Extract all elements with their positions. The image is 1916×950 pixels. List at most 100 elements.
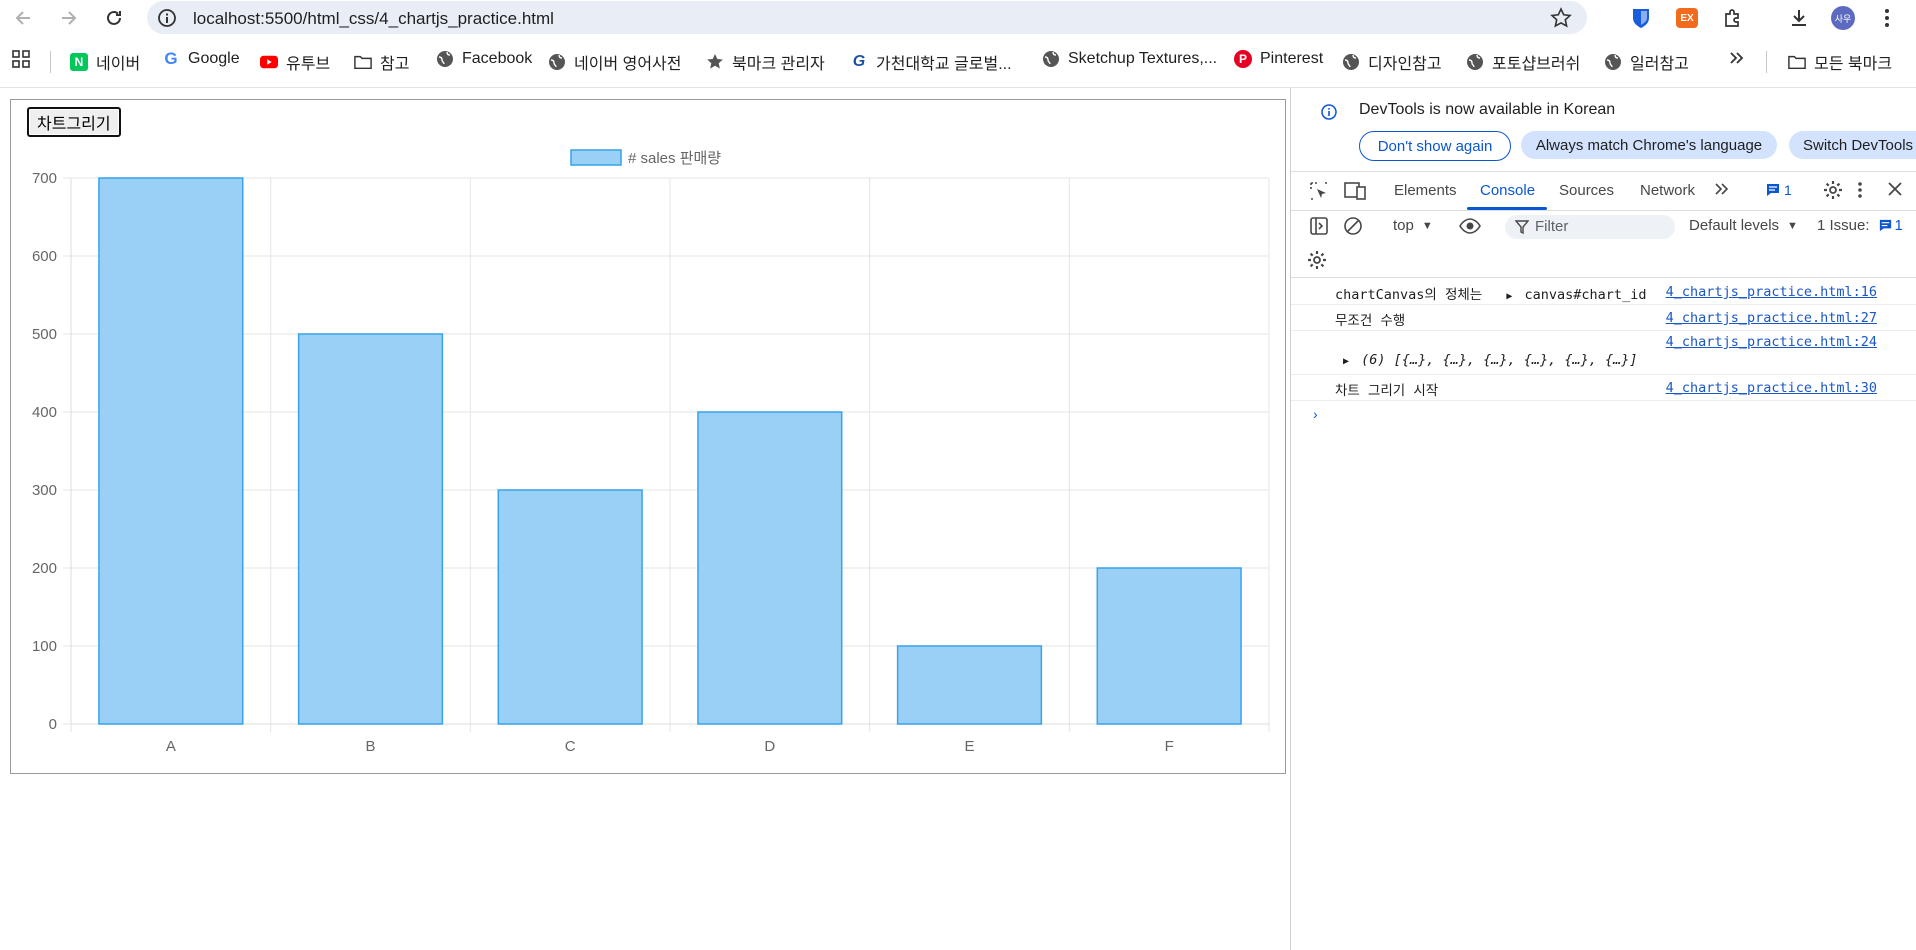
bookmark-gachon[interactable]: G 가천대학교 글로벌... bbox=[850, 50, 1012, 74]
dont-show-again-button[interactable]: Don't show again bbox=[1359, 131, 1511, 161]
chart-bar bbox=[98, 177, 244, 725]
eye-icon bbox=[1459, 218, 1481, 234]
tab-sources[interactable]: Sources bbox=[1559, 182, 1614, 199]
issues-label: 1 Issue: bbox=[1817, 217, 1870, 234]
console-settings-button[interactable] bbox=[1307, 250, 1327, 270]
bookmark-pinterest[interactable]: P Pinterest bbox=[1234, 50, 1323, 68]
x-tick-label: F bbox=[1165, 738, 1174, 755]
log-levels-dropdown[interactable]: Default levels ▼ bbox=[1689, 217, 1798, 234]
switch-devtools-button[interactable]: Switch DevTools bbox=[1789, 131, 1916, 159]
issues-badge-button[interactable]: 1 bbox=[1765, 182, 1792, 198]
bookmark-naver-dictionary[interactable]: 네이버 영어사전 bbox=[548, 50, 682, 74]
live-expression-button[interactable] bbox=[1459, 216, 1481, 236]
bookmark-naver[interactable]: N 네이버 bbox=[70, 50, 140, 74]
clear-console-button[interactable] bbox=[1343, 216, 1363, 236]
bookmark-label: Facebook bbox=[462, 50, 533, 67]
apps-button[interactable] bbox=[12, 50, 30, 68]
always-match-language-button[interactable]: Always match Chrome's language bbox=[1521, 131, 1777, 159]
forward-button[interactable] bbox=[54, 4, 82, 32]
console-prompt[interactable]: › bbox=[1313, 406, 1318, 422]
ex-icon: EX bbox=[1676, 8, 1698, 28]
globe-icon bbox=[548, 53, 566, 71]
bookmarks-divider bbox=[50, 51, 51, 73]
bookmark-label: Pinterest bbox=[1260, 50, 1324, 67]
context-value: top bbox=[1393, 217, 1414, 234]
bookmark-design-reference[interactable]: 디자인참고 bbox=[1342, 50, 1442, 74]
expand-triangle-icon[interactable]: ▶ bbox=[1343, 356, 1349, 367]
browser-toolbar: localhost:5500/html_css/4_chartjs_practi… bbox=[0, 0, 1916, 36]
ex-extension[interactable]: EX bbox=[1674, 5, 1700, 31]
bookmark-folder-reference[interactable]: 참고 bbox=[354, 50, 409, 74]
y-tick-label: 300 bbox=[32, 482, 57, 499]
bookmark-label: 참고 bbox=[380, 56, 410, 73]
profile-button[interactable]: 사우 bbox=[1830, 5, 1856, 31]
bookmark-photoshop-brush[interactable]: 포토샵브러쉬 bbox=[1466, 50, 1580, 74]
filter-placeholder: Filter bbox=[1535, 218, 1569, 235]
issues-badge-count: 1 bbox=[1784, 182, 1792, 198]
more-tabs-button[interactable] bbox=[1713, 181, 1729, 197]
apps-grid-icon bbox=[12, 50, 30, 68]
bookmark-star-icon[interactable] bbox=[1550, 7, 1572, 29]
youtube-icon bbox=[260, 53, 278, 71]
reload-button[interactable] bbox=[100, 4, 128, 32]
x-tick-label: E bbox=[964, 738, 974, 755]
site-info-icon[interactable] bbox=[157, 8, 177, 28]
bookmark-youtube[interactable]: 유투브 bbox=[260, 50, 330, 74]
inspect-element-button[interactable] bbox=[1309, 181, 1329, 201]
chrome-menu-button[interactable] bbox=[1874, 5, 1900, 31]
bookmark-illustrator-reference[interactable]: 일러참고 bbox=[1604, 50, 1689, 74]
console-message: chartCanvas의 정체는 ▶ canvas#chart_id 4_cha… bbox=[1291, 278, 1916, 305]
url-text[interactable]: localhost:5500/html_css/4_chartjs_practi… bbox=[193, 9, 554, 29]
legend-label: # sales 판매량 bbox=[628, 150, 721, 167]
x-tick-label: D bbox=[764, 738, 775, 755]
console-filter-input[interactable]: Filter bbox=[1505, 215, 1675, 239]
extensions-button[interactable] bbox=[1720, 5, 1746, 31]
tab-console[interactable]: Console bbox=[1480, 182, 1535, 199]
kebab-menu-icon bbox=[1885, 9, 1889, 27]
bookmark-google[interactable]: G Google bbox=[162, 49, 239, 68]
console-array[interactable]: (6) [{…}, {…}, {…}, {…}, {…}, {…}] bbox=[1361, 352, 1637, 368]
levels-value: Default levels bbox=[1689, 217, 1780, 234]
console-source-link[interactable]: 4_chartjs_practice.html:16 bbox=[1666, 284, 1877, 300]
all-bookmarks-folder[interactable]: 모든 북마크 bbox=[1788, 50, 1892, 74]
chart-bar bbox=[697, 411, 843, 725]
console-settings-row bbox=[1291, 243, 1916, 278]
clear-icon bbox=[1344, 217, 1362, 235]
bookmark-label: 일러참고 bbox=[1630, 56, 1689, 73]
console-source-link[interactable]: 4_chartjs_practice.html:24 bbox=[1666, 334, 1877, 350]
issues-counter-button[interactable]: 1 Issue: 1 bbox=[1817, 217, 1903, 234]
bookmarks-overflow-button[interactable] bbox=[1728, 50, 1744, 66]
close-devtools-button[interactable] bbox=[1887, 181, 1903, 197]
bookmark-label: 디자인참고 bbox=[1368, 56, 1442, 73]
downloads-button[interactable] bbox=[1786, 5, 1812, 31]
bookmark-facebook[interactable]: Facebook bbox=[436, 50, 532, 68]
device-toolbar-button[interactable] bbox=[1344, 181, 1366, 201]
devtools-menu-button[interactable] bbox=[1857, 180, 1863, 200]
bookmark-label: 모든 북마크 bbox=[1814, 56, 1893, 73]
show-sidebar-button[interactable] bbox=[1309, 216, 1329, 236]
console-object[interactable]: canvas#chart_id bbox=[1525, 287, 1647, 303]
address-bar[interactable]: localhost:5500/html_css/4_chartjs_practi… bbox=[147, 1, 1587, 34]
devtools-settings-button[interactable] bbox=[1823, 180, 1843, 200]
devtools-panel: DevTools is now available in Korean Don'… bbox=[1290, 88, 1916, 950]
globe-icon bbox=[436, 50, 454, 68]
tab-network[interactable]: Network bbox=[1640, 182, 1695, 199]
bookmarks-bar: N 네이버 G Google 유투브 참고 Facebook 네이버 영어사전 … bbox=[0, 44, 1916, 80]
banner-message: DevTools is now available in Korean bbox=[1359, 101, 1616, 118]
expand-triangle-icon[interactable]: ▶ bbox=[1506, 291, 1512, 302]
avatar: 사우 bbox=[1831, 6, 1855, 30]
console-text: 차트 그리기 시작 bbox=[1335, 383, 1439, 399]
context-selector[interactable]: top ▼ bbox=[1393, 217, 1433, 234]
globe-icon bbox=[1342, 53, 1360, 71]
chevron-double-right-icon bbox=[1730, 52, 1744, 64]
console-source-link[interactable]: 4_chartjs_practice.html:30 bbox=[1666, 380, 1877, 396]
folder-icon bbox=[354, 53, 372, 71]
chart-bar bbox=[1096, 567, 1242, 725]
issues-count: 1 bbox=[1894, 217, 1903, 234]
bookmark-sketchup[interactable]: Sketchup Textures,... bbox=[1042, 50, 1217, 68]
bitwarden-extension[interactable] bbox=[1628, 5, 1654, 31]
bookmark-manager[interactable]: 북마크 관리자 bbox=[706, 50, 825, 74]
back-button[interactable] bbox=[10, 4, 38, 32]
console-source-link[interactable]: 4_chartjs_practice.html:27 bbox=[1666, 310, 1877, 326]
tab-elements[interactable]: Elements bbox=[1394, 182, 1457, 199]
